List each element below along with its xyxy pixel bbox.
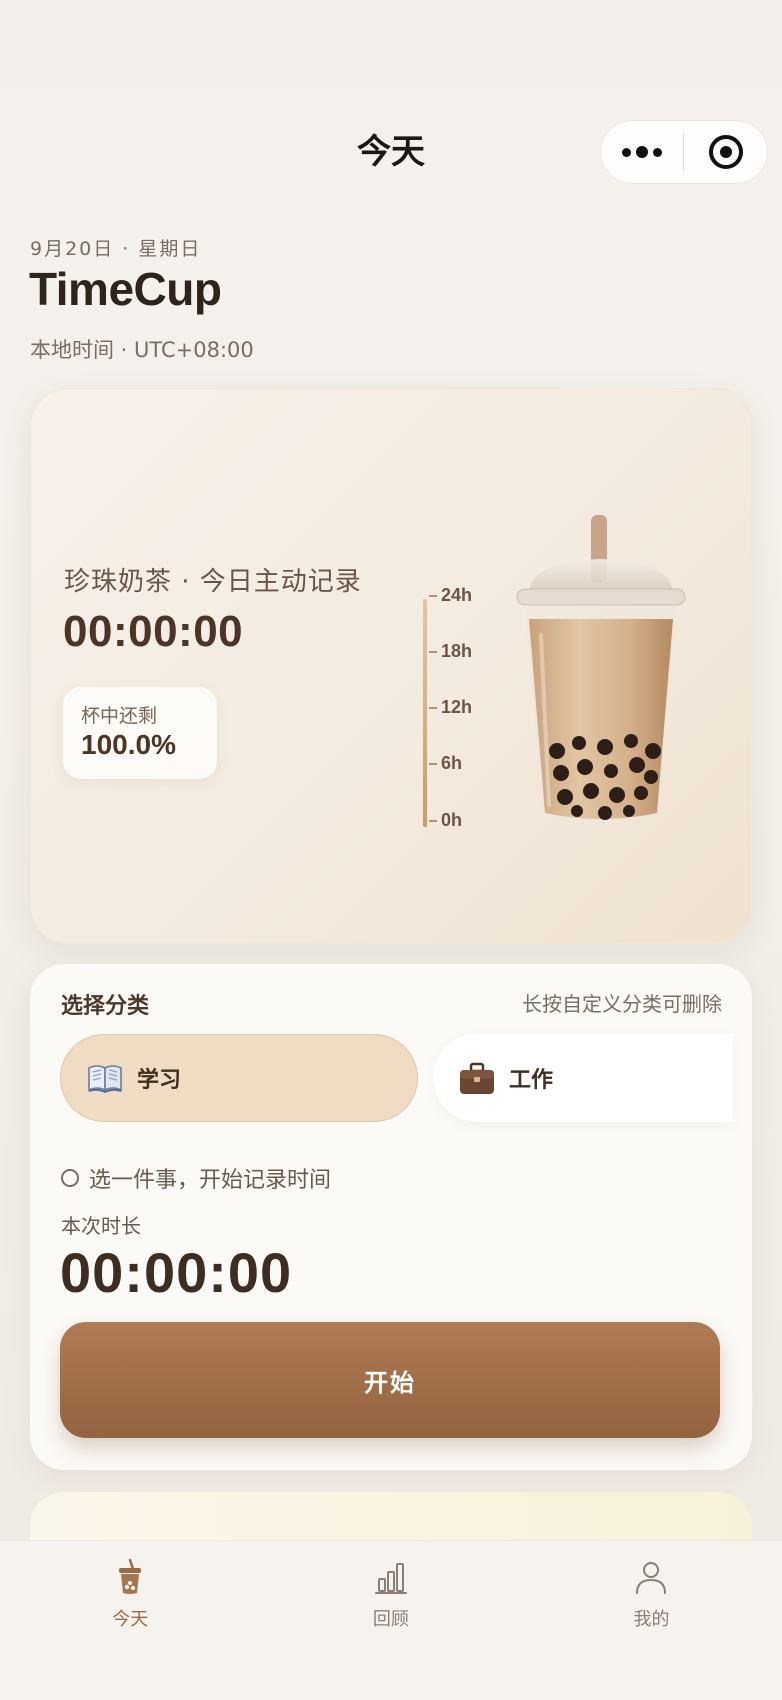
- navigation-bar: 今天: [0, 0, 782, 196]
- tab-label-review: 回顾: [372, 1609, 409, 1630]
- category-pill-study[interactable]: 学习: [60, 1034, 418, 1122]
- category-pill-work[interactable]: 工作: [433, 1034, 733, 1122]
- cup-icon: [119, 1558, 142, 1594]
- app-root: 今天 9月20日 · 星期日 TimeCup 本地时间 · UTC+08:00 …: [0, 0, 782, 1700]
- scale-tick-6h: 6h: [429, 753, 462, 774]
- radio-circle-icon: [61, 1169, 79, 1187]
- scale-tick-18h: 18h: [429, 641, 472, 662]
- app-brand-title: TimeCup: [29, 263, 222, 315]
- more-dots-icon[interactable]: [601, 120, 683, 184]
- person-icon: [636, 1562, 667, 1594]
- briefcase-icon: [460, 1062, 494, 1094]
- tab-me[interactable]: 我的: [521, 1541, 782, 1700]
- category-label-work: 工作: [509, 1068, 554, 1093]
- timezone-label: 本地时间 · UTC+08:00: [30, 338, 254, 362]
- tab-label-me: 我的: [633, 1609, 670, 1630]
- bubble-tea-cup-illustration: [516, 515, 686, 821]
- category-section-title: 选择分类: [61, 994, 150, 1019]
- scale-tick-24h: 24h: [429, 585, 472, 606]
- today-recorded-time: 00:00:00: [63, 607, 244, 656]
- category-card: 选择分类 长按自定义分类可删除 学习 工作 选一件事，开始记录时间 本次时长 0…: [30, 964, 752, 1470]
- mini-program-capsule: [600, 120, 768, 184]
- target-icon[interactable]: [684, 120, 767, 184]
- session-duration-value: 00:00:00: [60, 1241, 293, 1304]
- tab-label-today: 今天: [112, 1609, 149, 1630]
- remaining-badge: 杯中还剩 100.0%: [63, 687, 217, 779]
- bar-chart-icon: [374, 1563, 407, 1594]
- drink-title: 珍珠奶茶 · 今日主动记录: [64, 567, 362, 597]
- tab-review[interactable]: 回顾: [261, 1541, 522, 1700]
- start-prompt: 选一件事，开始记录时间: [61, 1162, 331, 1194]
- start-prompt-text: 选一件事，开始记录时间: [89, 1168, 332, 1193]
- book-icon: [88, 1065, 122, 1093]
- cup-progress-card: 珍珠奶茶 · 今日主动记录 00:00:00 杯中还剩 100.0% 24h 1…: [30, 388, 752, 944]
- tab-today[interactable]: 今天: [0, 1541, 261, 1700]
- category-label-study: 学习: [137, 1068, 182, 1093]
- date-label: 9月20日 · 星期日: [30, 238, 202, 260]
- bottom-tab-bar: 今天 回顾 我的: [0, 1540, 782, 1700]
- start-button[interactable]: 开始: [60, 1322, 720, 1438]
- category-delete-hint: 长按自定义分类可删除: [522, 992, 722, 1016]
- time-scale-bar: [423, 599, 427, 827]
- remaining-label: 杯中还剩: [81, 705, 158, 727]
- scale-tick-12h: 12h: [429, 697, 472, 718]
- session-duration-label: 本次时长: [61, 1214, 141, 1238]
- scale-tick-0h: 0h: [429, 810, 462, 831]
- remaining-value: 100.0%: [81, 729, 176, 760]
